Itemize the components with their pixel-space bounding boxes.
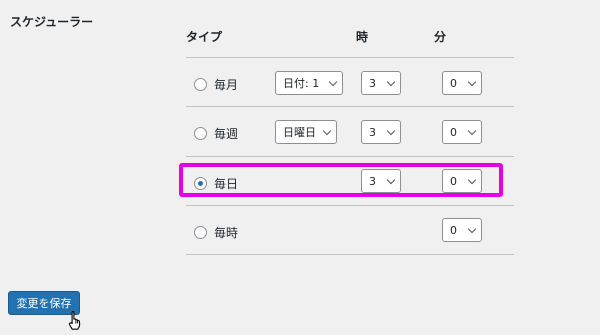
radio-button[interactable] (194, 226, 207, 239)
header-type: タイプ (186, 30, 223, 44)
chevron-down-icon (386, 175, 396, 185)
radio-label: 毎月 (214, 78, 239, 92)
day-of-week-select[interactable]: 日曜日 (275, 120, 337, 144)
radio-label: 毎時 (214, 226, 239, 240)
select-value: 0 (450, 125, 457, 139)
header-hour: 時 (356, 30, 369, 44)
radio-label: 毎週 (214, 127, 239, 141)
radio-option-hourly[interactable]: 毎時 (194, 224, 238, 241)
divider (186, 205, 514, 206)
select-value: 0 (450, 76, 457, 90)
section-title: スケジューラー (10, 15, 94, 29)
chevron-down-icon (467, 175, 477, 185)
select-value: 3 (369, 174, 376, 188)
select-value: 0 (450, 174, 457, 188)
minute-select[interactable]: 0 (442, 169, 482, 193)
select-value: 0 (450, 223, 457, 237)
divider (186, 106, 514, 107)
radio-button[interactable] (194, 177, 207, 190)
hand-pointer-icon (68, 310, 81, 330)
radio-option-weekly[interactable]: 毎週 (194, 125, 238, 142)
select-value: 3 (369, 125, 376, 139)
radio-option-monthly[interactable]: 毎月 (194, 76, 238, 93)
divider (186, 156, 514, 157)
hour-select[interactable]: 3 (361, 169, 401, 193)
hour-select[interactable]: 3 (361, 71, 401, 95)
chevron-down-icon (467, 77, 477, 87)
select-value: 日付: 1 (283, 77, 320, 90)
radio-button[interactable] (194, 127, 207, 140)
day-of-month-select[interactable]: 日付: 1 (275, 71, 343, 95)
chevron-down-icon (386, 77, 396, 87)
radio-label: 毎日 (214, 177, 239, 191)
minute-select[interactable]: 0 (442, 71, 482, 95)
chevron-down-icon (467, 126, 477, 136)
header-minute: 分 (434, 30, 447, 44)
select-value: 日曜日 (283, 126, 316, 139)
divider (186, 57, 514, 58)
radio-option-daily[interactable]: 毎日 (194, 175, 238, 192)
radio-button[interactable] (194, 78, 207, 91)
hour-select[interactable]: 3 (361, 120, 401, 144)
chevron-down-icon (322, 126, 332, 136)
select-value: 3 (369, 76, 376, 90)
divider (186, 254, 514, 255)
chevron-down-icon (467, 224, 477, 234)
minute-select[interactable]: 0 (442, 218, 482, 242)
chevron-down-icon (328, 77, 338, 87)
chevron-down-icon (386, 126, 396, 136)
minute-select[interactable]: 0 (442, 120, 482, 144)
